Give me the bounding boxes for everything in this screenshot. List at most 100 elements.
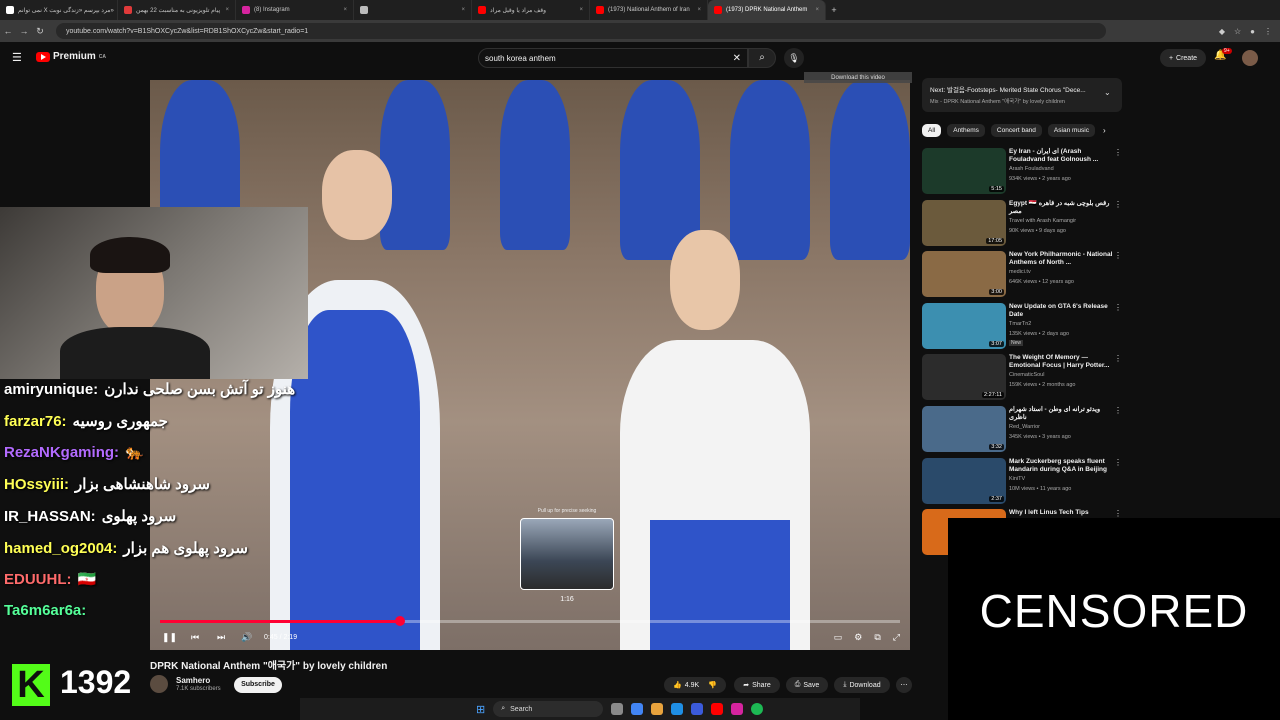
recommendation-card[interactable]: 2:27:11 The Weight Of Memory — Emotional … xyxy=(922,354,1127,401)
browser-tab[interactable]: نمی توانم X مرد بپرسم «زندگی نوبت»× xyxy=(0,0,118,20)
store-icon[interactable] xyxy=(691,703,704,715)
more-icon[interactable]: ⋮ xyxy=(1114,354,1122,363)
more-icon[interactable]: ⋮ xyxy=(1114,251,1122,260)
subtitles-icon[interactable]: ▭ xyxy=(834,632,843,643)
file-explorer-icon[interactable] xyxy=(651,703,664,715)
chip[interactable]: Concert band xyxy=(990,124,1042,137)
save-button[interactable]: ⎙ Save xyxy=(786,677,828,693)
more-actions-button[interactable]: ⋯ xyxy=(896,677,912,693)
video-thumbnail[interactable]: 2:27:11 xyxy=(922,354,1006,401)
forward-icon[interactable]: → xyxy=(16,26,32,36)
close-icon[interactable]: × xyxy=(343,7,347,13)
chip[interactable]: Asian music xyxy=(1047,124,1095,137)
more-icon[interactable]: ⋮ xyxy=(1114,406,1122,415)
video-thumbnail[interactable]: 3:07 xyxy=(922,302,1006,349)
recommendation-channel[interactable]: medici.tv xyxy=(1009,269,1031,275)
menu-icon[interactable]: ⋮ xyxy=(1264,27,1272,36)
clear-icon[interactable]: ✕ xyxy=(733,53,741,64)
close-icon[interactable]: × xyxy=(461,7,465,13)
video-thumbnail[interactable]: 3:00 xyxy=(922,251,1006,298)
recommendation-channel[interactable]: Travel with Arash Kamangir xyxy=(1009,218,1076,224)
video-thumbnail[interactable]: 5:15 xyxy=(922,148,1006,194)
avatar[interactable] xyxy=(1242,50,1258,66)
recommendation-card[interactable]: 5:15 Ey Iran - ای ایران (Arash Fouladvand… xyxy=(922,148,1127,194)
new-tab-icon[interactable]: + xyxy=(826,5,842,15)
recommendation-card[interactable]: 17:05 Egypt 🇪🇬 رقص بلوچی شبه در قاهره مصر… xyxy=(922,199,1127,246)
recommendation-title[interactable]: Why I left Linus Tech Tips xyxy=(1009,509,1113,517)
search-input[interactable]: south korea anthem ✕ xyxy=(478,48,748,68)
recommendation-title[interactable]: New Update on GTA 6's Release Date xyxy=(1009,303,1113,319)
thumbs-down-icon[interactable]: 👎 xyxy=(708,681,717,689)
pause-icon[interactable]: ❚❚ xyxy=(162,632,177,643)
up-next-panel[interactable]: Next: 발걸음-Footsteps- Merited State Choru… xyxy=(922,78,1122,112)
browser-tab[interactable]: وقف مراد یا وقیل مراد × xyxy=(472,0,590,20)
chip[interactable]: Anthems xyxy=(947,124,985,137)
download-video-banner[interactable]: Download this video xyxy=(804,72,912,83)
volume-icon[interactable]: 🔊 xyxy=(240,632,254,643)
fullscreen-icon[interactable]: ⤢ xyxy=(893,632,900,643)
recommendation-title[interactable]: Egypt 🇪🇬 رقص بلوچی شبه در قاهره مصر xyxy=(1009,200,1113,216)
like-button[interactable]: 👍 4.9K 👎 xyxy=(664,677,726,693)
settings-icon[interactable]: ⚙ xyxy=(854,632,862,643)
browser-tab[interactable]: (8) Instagram × xyxy=(236,0,354,20)
close-icon[interactable]: × xyxy=(579,7,583,13)
more-icon[interactable]: ⋮ xyxy=(1114,303,1122,312)
more-icon[interactable]: ⋮ xyxy=(1114,458,1122,467)
channel-avatar[interactable] xyxy=(150,675,168,693)
recommendation-title[interactable]: Mark Zuckerberg speaks fluent Mandarin d… xyxy=(1009,458,1113,474)
share-button[interactable]: ➦ Share xyxy=(734,677,780,693)
previous-icon[interactable]: ⏮ xyxy=(188,632,202,643)
youtube-logo[interactable]: Premium CA xyxy=(36,51,106,62)
next-icon[interactable]: ⏭ xyxy=(214,632,228,643)
more-icon[interactable]: ⋮ xyxy=(1114,509,1122,518)
recommendation-card[interactable]: 3:07 New Update on GTA 6's Release Date Tm… xyxy=(922,302,1127,349)
more-icon[interactable]: ⋮ xyxy=(1114,200,1122,209)
recommendation-channel[interactable]: CinematicSoul xyxy=(1009,372,1044,378)
search-button[interactable]: ⌕ xyxy=(748,48,776,68)
close-icon[interactable]: × xyxy=(815,7,819,13)
more-icon[interactable]: ⋮ xyxy=(1114,148,1122,157)
recommendation-title[interactable]: The Weight Of Memory — Emotional Focus |… xyxy=(1009,354,1113,370)
recommendation-channel[interactable]: Arash Fouladvand xyxy=(1009,166,1054,172)
chrome-icon[interactable] xyxy=(631,703,644,715)
bookmark-icon[interactable]: ☆ xyxy=(1234,27,1241,36)
video-thumbnail[interactable]: 17:05 xyxy=(922,199,1006,246)
scrubber-handle[interactable] xyxy=(394,616,405,626)
extension-icon[interactable]: ◆ xyxy=(1219,27,1225,36)
recommendation-card[interactable]: 3:32 ویدئو ترانه ای وطن - استاد شهرام ناظ… xyxy=(922,406,1127,452)
recommendation-channel[interactable]: KiniTV xyxy=(1009,476,1025,482)
youtube-icon[interactable] xyxy=(711,703,724,715)
recommendation-channel[interactable]: TmarTn2 xyxy=(1009,321,1031,327)
browser-tab-active[interactable]: (1973) DPRK National Anthem × xyxy=(708,0,826,20)
taskbar-search[interactable]: ⌕ Search xyxy=(493,701,604,717)
download-button[interactable]: ⤓ Download xyxy=(834,677,890,693)
recommendation-card[interactable]: 2:37 Mark Zuckerberg speaks fluent Mandar… xyxy=(922,457,1127,504)
reload-icon[interactable]: ↻ xyxy=(32,26,48,37)
recommendation-card[interactable]: 3:00 New York Philharmonic - National Ant… xyxy=(922,251,1127,298)
subscribe-button[interactable]: Subscribe xyxy=(234,677,282,693)
create-button[interactable]: + Create xyxy=(1160,49,1206,67)
back-icon[interactable]: ← xyxy=(0,26,16,36)
spotify-icon[interactable] xyxy=(751,703,764,715)
hamburger-icon[interactable]: ☰ xyxy=(12,51,22,64)
url-field[interactable]: youtube.com/watch?v=B1ShOXCycZw&list=RDB… xyxy=(56,23,1106,39)
video-thumbnail[interactable]: 3:32 xyxy=(922,406,1006,452)
browser-tab[interactable]: (1973) National Anthem of Iran × xyxy=(590,0,708,20)
chip[interactable]: All xyxy=(922,124,942,137)
edge-icon[interactable] xyxy=(671,703,684,715)
chevron-right-icon[interactable]: › xyxy=(1101,124,1108,137)
recommendation-title[interactable]: New York Philharmonic - National Anthems… xyxy=(1009,251,1113,267)
task-view-icon[interactable] xyxy=(611,703,624,715)
browser-tab[interactable]: × xyxy=(354,0,472,20)
recommendation-title[interactable]: Ey Iran - ای ایران (Arash Fouladvand fea… xyxy=(1009,148,1113,164)
recommendation-channel[interactable]: Red_Warrior xyxy=(1009,424,1040,430)
video-thumbnail[interactable]: 2:37 xyxy=(922,457,1006,504)
chevron-down-icon[interactable]: ⌄ xyxy=(1104,88,1111,97)
browser-tab[interactable]: پیام تلویزیونی به مناسبت 22 بهمن × xyxy=(118,0,236,20)
close-icon[interactable]: × xyxy=(697,7,701,13)
profile-icon[interactable]: ● xyxy=(1250,27,1255,36)
app-icon[interactable] xyxy=(731,703,744,715)
windows-start-icon[interactable]: ⊞ xyxy=(476,703,485,716)
close-icon[interactable]: × xyxy=(225,7,229,13)
recommendation-title[interactable]: ویدئو ترانه ای وطن - استاد شهرام ناظری xyxy=(1009,406,1113,422)
